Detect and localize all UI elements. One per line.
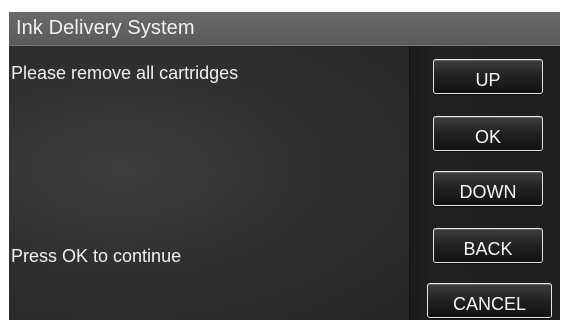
continue-message: Press OK to continue <box>11 246 182 266</box>
back-button[interactable]: BACK <box>433 228 543 263</box>
message-area <box>9 46 409 320</box>
ok-button[interactable]: OK <box>433 116 543 151</box>
printer-screen: Ink Delivery System Please remove all ca… <box>0 0 568 327</box>
page-title: Ink Delivery System <box>16 17 195 39</box>
cancel-button[interactable]: CANCEL <box>427 283 552 318</box>
title-bar: Ink Delivery System <box>9 12 560 46</box>
ink-delivery-panel: Ink Delivery System Please remove all ca… <box>9 12 560 320</box>
instruction-message: Please remove all cartridges <box>11 63 239 83</box>
up-button[interactable]: UP <box>433 59 543 94</box>
down-button[interactable]: DOWN <box>433 171 543 206</box>
